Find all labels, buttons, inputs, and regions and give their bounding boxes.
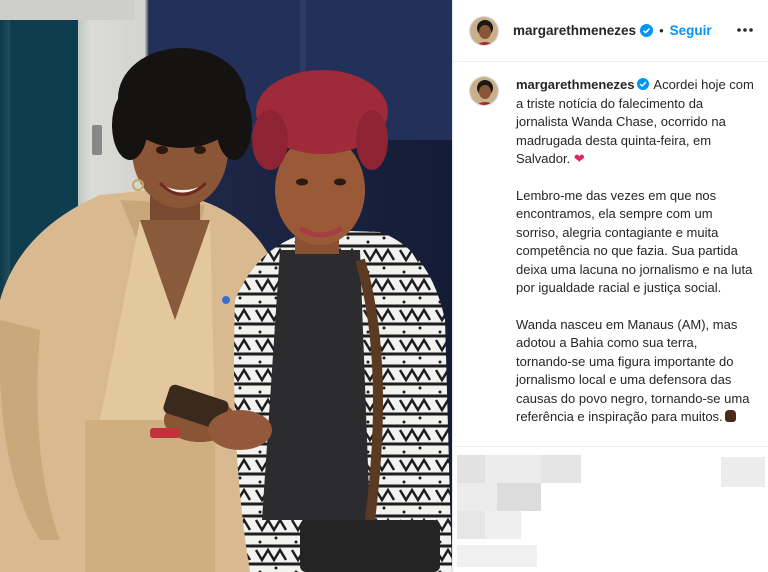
profile-avatar[interactable] [469,15,499,46]
blurred-comments-area [453,446,768,572]
blur-tile [457,545,537,567]
blur-tile [457,511,485,539]
post-header: margarethmenezes • Seguir [453,0,768,62]
separator-dot: • [659,23,664,38]
blur-tile [457,455,485,483]
caption-paragraph-2: Lembro-me das vezes em que nos encontram… [516,187,753,296]
blur-tile [721,457,765,487]
blur-tile [457,483,497,511]
blur-tile [541,455,581,483]
avatar-image [470,16,498,45]
caption-avatar-image [470,77,498,105]
photo-image [0,0,452,572]
blur-tile [485,455,541,483]
raised-fist-icon [724,410,736,422]
caption-verified-icon [636,78,649,90]
post-caption: margarethmenezes Acordei hoje com a tris… [469,76,759,427]
caption-username[interactable]: margarethmenezes [516,77,635,92]
header-username[interactable]: margarethmenezes [513,23,636,38]
more-horizontal-icon[interactable] [735,22,755,38]
blur-tile [485,511,521,539]
caption-paragraph-3-text: Wanda nasceu em Manaus (AM), mas adotou … [516,316,750,425]
caption-text: margarethmenezes Acordei hoje com a tris… [516,76,754,427]
caption-avatar[interactable] [469,76,499,106]
heart-emoji-icon: ❤ [573,151,585,166]
post-photo[interactable] [0,0,452,572]
caption-paragraph-3: Wanda nasceu em Manaus (AM), mas adotou … [516,316,754,427]
follow-button[interactable]: Seguir [670,23,712,38]
post-side-panel: margarethmenezes • Seguir margarethmenez… [452,0,768,572]
blur-tile [497,483,541,511]
verified-badge-icon [640,24,654,37]
